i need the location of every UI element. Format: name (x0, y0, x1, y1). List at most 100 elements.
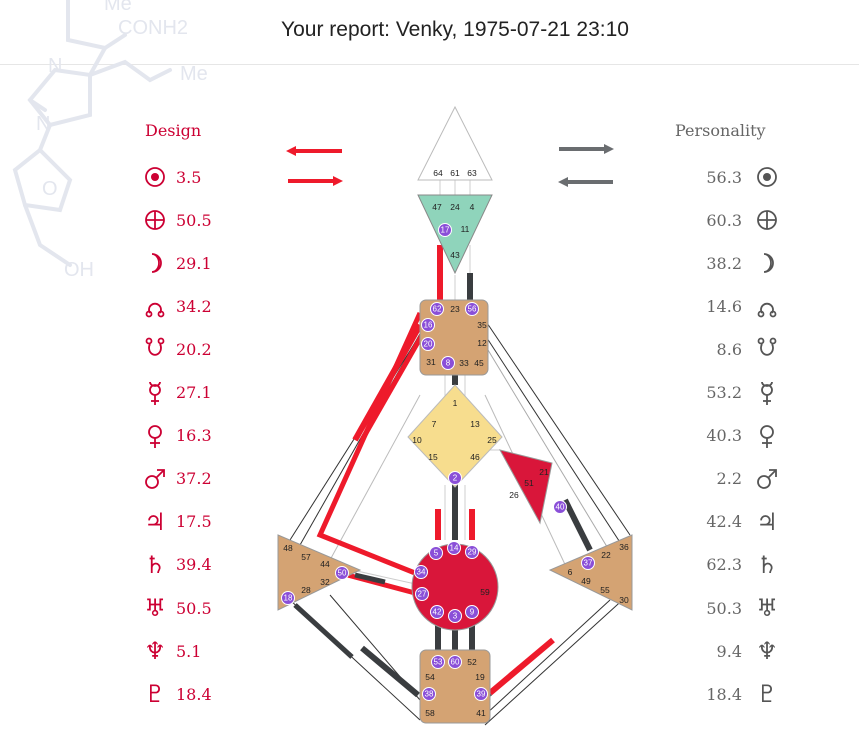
gate-label: 14 (450, 544, 459, 553)
mars-icon (757, 468, 777, 489)
gate-label: 12 (477, 338, 487, 348)
gate-label: 21 (539, 467, 549, 477)
gate-label: 10 (412, 435, 422, 445)
north-node-icon (757, 303, 777, 318)
design-row: ♃ 17.5 (142, 507, 212, 537)
gate-label: 37 (584, 559, 593, 568)
design-value: 29.1 (176, 253, 212, 273)
gate-label: 45 (474, 358, 484, 368)
personality-row: 18.4 ♇ (690, 679, 780, 709)
gate-label: 56 (468, 305, 477, 314)
personality-value: 50.3 (706, 598, 742, 618)
gate-label: 38 (425, 690, 434, 699)
gate-label: 31 (426, 357, 436, 367)
gate-label: 52 (467, 657, 477, 667)
design-value: 50.5 (176, 210, 212, 230)
design-value: 39.4 (176, 555, 212, 575)
moon-icon (151, 253, 162, 274)
design-row: 20.2 (142, 334, 212, 364)
gate-label: 59 (480, 587, 490, 597)
gate-label: 43 (450, 250, 460, 260)
gate-label: 15 (428, 452, 438, 462)
south-node-icon (145, 337, 165, 357)
watermark-label: Me (104, 0, 132, 15)
saturn-icon: ♄ (756, 550, 778, 579)
venus-icon (148, 424, 162, 448)
personality-value: 8.6 (716, 339, 742, 359)
gate-label: 9 (470, 608, 475, 617)
design-row: 34.2 (142, 291, 212, 321)
gate-label: 23 (450, 304, 460, 314)
gate-label: 48 (283, 543, 293, 553)
gate-label: 44 (320, 559, 330, 569)
design-row: 37.2 (142, 464, 212, 494)
mercury-icon (149, 381, 161, 405)
uranus-icon: ♅ (144, 594, 166, 622)
design-row: 3.5 (142, 162, 201, 192)
gate-label: 4 (470, 202, 475, 212)
design-value: 27.1 (176, 383, 212, 402)
design-row: 27.1 (142, 378, 212, 408)
gate-label: 60 (451, 658, 460, 667)
personality-row: 50.3 ♅ (690, 593, 780, 623)
design-row: 29.1 (142, 248, 212, 278)
personality-value: 40.3 (706, 426, 742, 446)
gate-label: 53 (434, 658, 443, 667)
gate-label: 18 (284, 594, 293, 603)
personality-row: 53.2 (690, 378, 780, 408)
gate-label: 1 (453, 398, 458, 408)
gate-label: 46 (470, 452, 480, 462)
gate-label: 55 (600, 585, 610, 595)
personality-value: 56.3 (706, 167, 742, 187)
design-row: ♄ 39.4 (142, 550, 212, 580)
gate-label: 34 (417, 568, 426, 577)
gate-label: 24 (450, 202, 460, 212)
personality-value: 53.2 (706, 383, 742, 402)
mercury-icon (761, 381, 773, 405)
design-value: 17.5 (176, 512, 212, 532)
gate-label: 3 (453, 612, 458, 621)
gate-label: 22 (601, 550, 611, 560)
watermark-label: O (42, 178, 58, 200)
gate-label: 47 (432, 202, 442, 212)
saturn-icon: ♄ (144, 550, 166, 579)
gate-label: 50 (338, 569, 347, 578)
personality-row: 60.3 (690, 205, 780, 235)
personality-row: 14.6 (690, 291, 780, 321)
mars-icon (145, 468, 165, 489)
design-column-title: Design (145, 121, 202, 140)
gate-label: 11 (461, 224, 470, 234)
gate-label: 5 (434, 549, 439, 558)
gate-label: 33 (459, 358, 469, 368)
moon-icon (763, 253, 774, 274)
design-value: 20.2 (176, 339, 212, 359)
design-value: 34.2 (176, 296, 212, 316)
venus-icon (760, 424, 774, 448)
gate-label: 27 (418, 590, 427, 599)
gate-label: 41 (476, 708, 486, 718)
gate-label: 42 (433, 608, 442, 617)
personality-row: 40.3 (690, 421, 780, 451)
sun-icon (757, 167, 777, 187)
pluto-icon: ♇ (144, 680, 166, 709)
design-row: 50.5 (142, 205, 212, 235)
south-node-icon (757, 337, 777, 357)
gate-label: 32 (320, 577, 330, 587)
gate-label: 40 (556, 503, 565, 512)
gate-label: 51 (524, 478, 534, 488)
gate-label: 64 (433, 168, 443, 178)
gate-label: 25 (487, 435, 497, 445)
gate-label: 63 (467, 168, 477, 178)
personality-value: 18.4 (706, 684, 742, 704)
neptune-icon: ♆ (756, 637, 778, 666)
gate-label: 36 (619, 542, 629, 552)
watermark-label: OH (64, 259, 94, 281)
gate-label: 39 (477, 690, 486, 699)
gate-label: 35 (477, 320, 487, 330)
gate-label: 30 (619, 595, 629, 605)
personality-row: 2.2 (690, 464, 780, 494)
personality-row: 62.3 ♄ (690, 550, 780, 580)
gate-label: 29 (468, 548, 477, 557)
uranus-icon: ♅ (756, 594, 778, 622)
gate-label: 49 (581, 576, 591, 586)
